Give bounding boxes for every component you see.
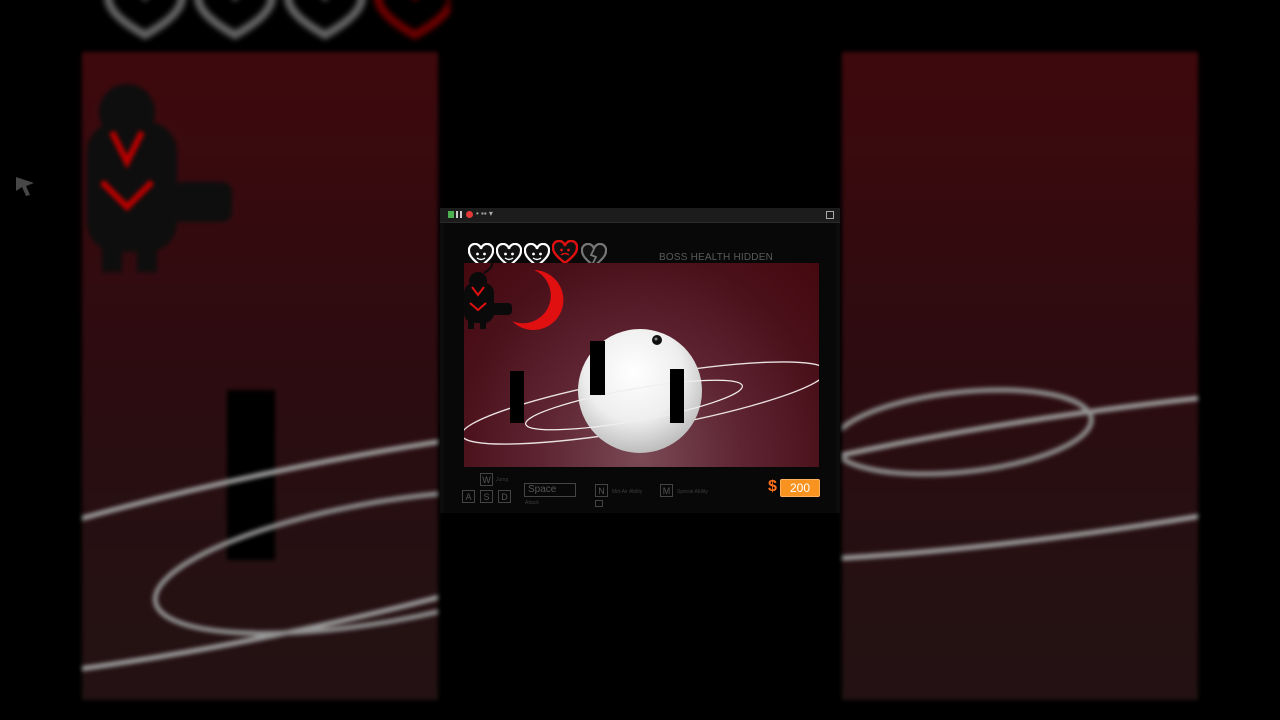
special-ability-label: Special Ability: [677, 489, 708, 495]
dollar-icon: $: [768, 478, 777, 495]
player-toolbar: • ▪▪ ▾: [440, 208, 840, 223]
pillar-center: [590, 341, 605, 395]
arena-scene: [464, 263, 819, 453]
boss-health-label: BOSS HEALTH HIDDEN: [659, 252, 773, 263]
key-s: S: [480, 490, 493, 503]
pillar-right: [670, 369, 684, 423]
background-boss-text-blur: [840, 0, 1080, 16]
key-w: W: [480, 473, 493, 486]
jump-label: Jump: [496, 477, 509, 483]
background-arena-left-blur: [82, 52, 438, 700]
green-flag-icon[interactable]: [448, 211, 454, 218]
crescent-moon-icon: [512, 270, 564, 330]
money-value: 200: [780, 479, 820, 497]
more-options-icon[interactable]: • ▪▪ ▾: [476, 209, 493, 218]
key-d: D: [498, 490, 511, 503]
background-cursor-blur: [16, 177, 34, 196]
stop-icon[interactable]: [466, 211, 473, 218]
pillar-left: [510, 371, 524, 423]
pause-icon[interactable]: [456, 211, 462, 218]
boss-creature-icon: [464, 263, 512, 329]
midair-ability-label: Mid-Air Ability: [612, 489, 643, 495]
background-arena-right-blur: [842, 52, 1198, 700]
key-n: N: [595, 484, 608, 497]
fullscreen-icon[interactable]: [826, 211, 834, 219]
game-stage[interactable]: BOSS HEALTH HIDDEN W Jump A S D Space At…: [444, 223, 836, 513]
key-space: Space: [524, 483, 576, 497]
key-b-small: [595, 500, 603, 507]
key-a: A: [462, 490, 475, 503]
game-player: • ▪▪ ▾ BOSS HEALTH HIDDEN W Jump A S D S…: [440, 208, 840, 513]
background-hearts-blur: [104, 0, 450, 40]
attack-label: Attack: [525, 500, 539, 506]
key-m: M: [660, 484, 673, 497]
boss-arena: [464, 263, 819, 467]
